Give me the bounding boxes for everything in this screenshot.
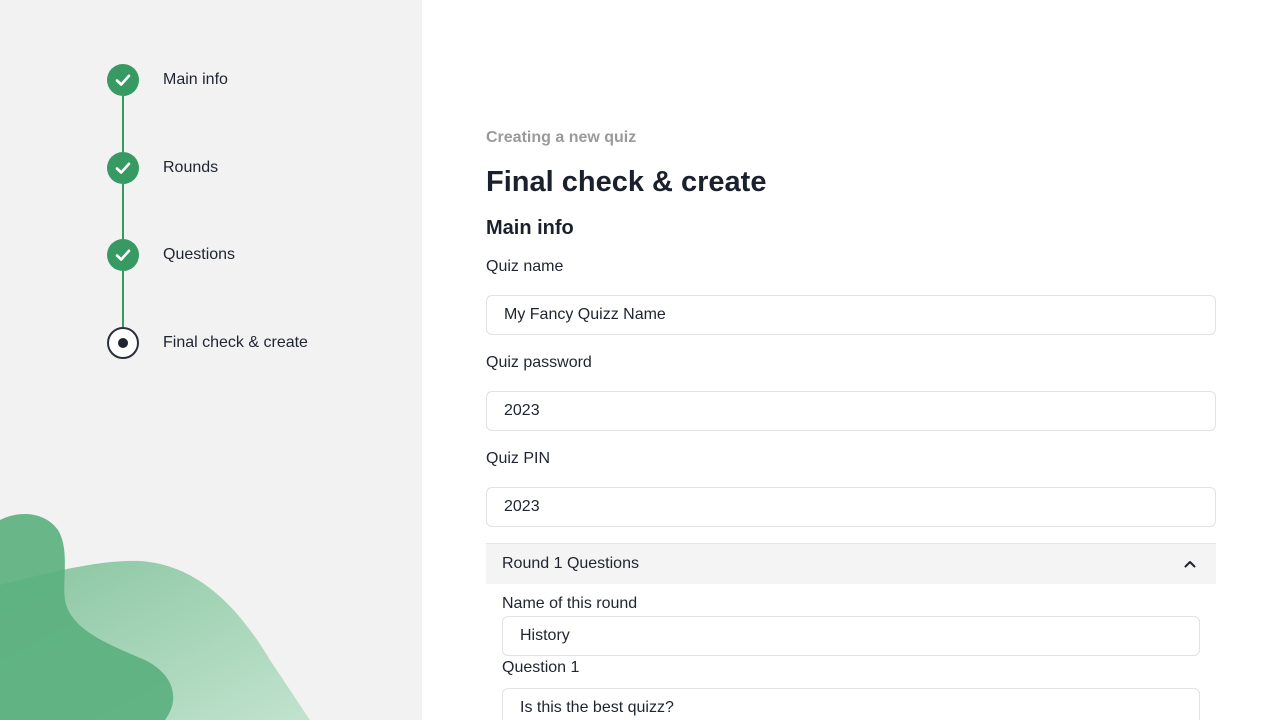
question-1-input[interactable] <box>502 688 1200 720</box>
page-title: Final check & create <box>486 166 767 198</box>
page-subtitle: Creating a new quiz <box>486 129 637 146</box>
step-rounds[interactable]: Rounds <box>107 152 218 184</box>
quiz-password-input[interactable] <box>486 391 1216 431</box>
step-connector <box>122 184 124 239</box>
step-label: Main info <box>163 71 228 88</box>
decorative-blob <box>0 514 310 720</box>
step-connector <box>122 271 124 327</box>
step-label: Rounds <box>163 159 219 176</box>
round-name-input[interactable] <box>502 616 1200 656</box>
round-name-label: Name of this round <box>502 595 638 612</box>
quiz-password-label: Quiz password <box>486 354 592 371</box>
quiz-pin-input[interactable] <box>486 487 1216 527</box>
quiz-name-label: Quiz name <box>486 258 564 275</box>
section-title-main-info: Main info <box>486 217 574 239</box>
step-final-check[interactable]: Final check & create <box>107 327 308 359</box>
check-icon <box>107 239 139 271</box>
step-label: Questions <box>163 246 236 263</box>
quiz-name-input[interactable] <box>486 295 1216 335</box>
round-1-accordion-toggle[interactable]: Round 1 Questions <box>486 543 1216 584</box>
quiz-pin-label: Quiz PIN <box>486 450 551 467</box>
check-icon <box>107 64 139 96</box>
step-connector <box>122 96 124 152</box>
check-icon <box>107 152 139 184</box>
step-questions[interactable]: Questions <box>107 239 235 271</box>
step-label: Final check & create <box>163 334 308 351</box>
accordion-title: Round 1 Questions <box>502 555 639 572</box>
sidebar: Main info Rounds Questions Final check &… <box>0 0 422 720</box>
chevron-up-icon <box>1180 554 1200 574</box>
step-main-info[interactable]: Main info <box>107 64 228 96</box>
current-step-icon <box>107 327 139 359</box>
question-1-label: Question 1 <box>502 659 580 676</box>
